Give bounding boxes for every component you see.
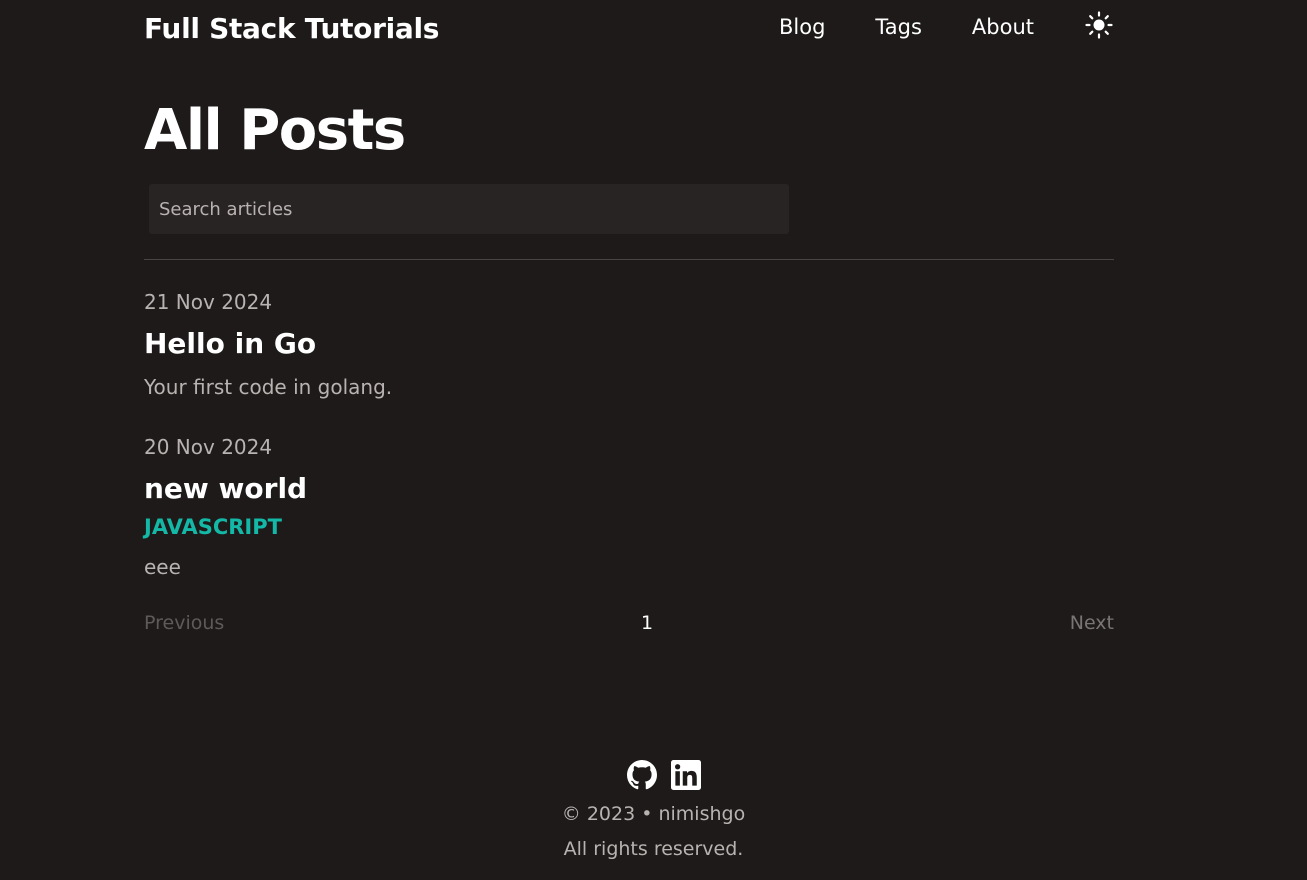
previous-page-button: Previous bbox=[144, 612, 225, 634]
search-input[interactable] bbox=[149, 184, 789, 234]
site-header: Full Stack Tutorials Blog Tags About bbox=[144, 0, 1114, 60]
github-icon bbox=[626, 760, 657, 790]
post-date: 21 Nov 2024 bbox=[144, 290, 273, 314]
post-date: 20 Nov 2024 bbox=[144, 435, 273, 459]
current-page-number: 1 bbox=[641, 612, 654, 634]
social-links bbox=[0, 760, 1307, 790]
page: Full Stack Tutorials Blog Tags About All… bbox=[0, 0, 1307, 880]
github-link[interactable] bbox=[626, 760, 657, 790]
theme-toggle-button[interactable] bbox=[1084, 10, 1114, 40]
linkedin-link[interactable] bbox=[670, 760, 701, 790]
pagination: Previous 1 Next bbox=[144, 612, 1114, 642]
nav-link-blog[interactable]: Blog bbox=[779, 15, 825, 39]
post-title-link[interactable]: new world bbox=[144, 472, 307, 505]
site-title-link[interactable]: Full Stack Tutorials bbox=[144, 12, 439, 45]
post-summary: eee bbox=[144, 555, 181, 579]
post-title-link[interactable]: Hello in Go bbox=[144, 327, 316, 360]
footer-copyright: © 2023 • nimishgo bbox=[561, 803, 746, 825]
linkedin-icon bbox=[670, 760, 701, 790]
footer-rights: All rights reserved. bbox=[563, 838, 744, 860]
nav-link-tags[interactable]: Tags bbox=[875, 15, 922, 39]
nav-link-about[interactable]: About bbox=[972, 15, 1034, 39]
sun-icon bbox=[1085, 11, 1113, 39]
post-tag-link[interactable]: JAVASCRIPT bbox=[144, 515, 282, 539]
page-title: All Posts bbox=[144, 98, 406, 163]
search-container bbox=[149, 184, 789, 234]
next-page-button[interactable]: Next bbox=[1070, 612, 1114, 634]
divider bbox=[144, 259, 1114, 260]
post-summary: Your first code in golang. bbox=[144, 375, 393, 399]
main-nav: Blog Tags About bbox=[779, 11, 1114, 40]
